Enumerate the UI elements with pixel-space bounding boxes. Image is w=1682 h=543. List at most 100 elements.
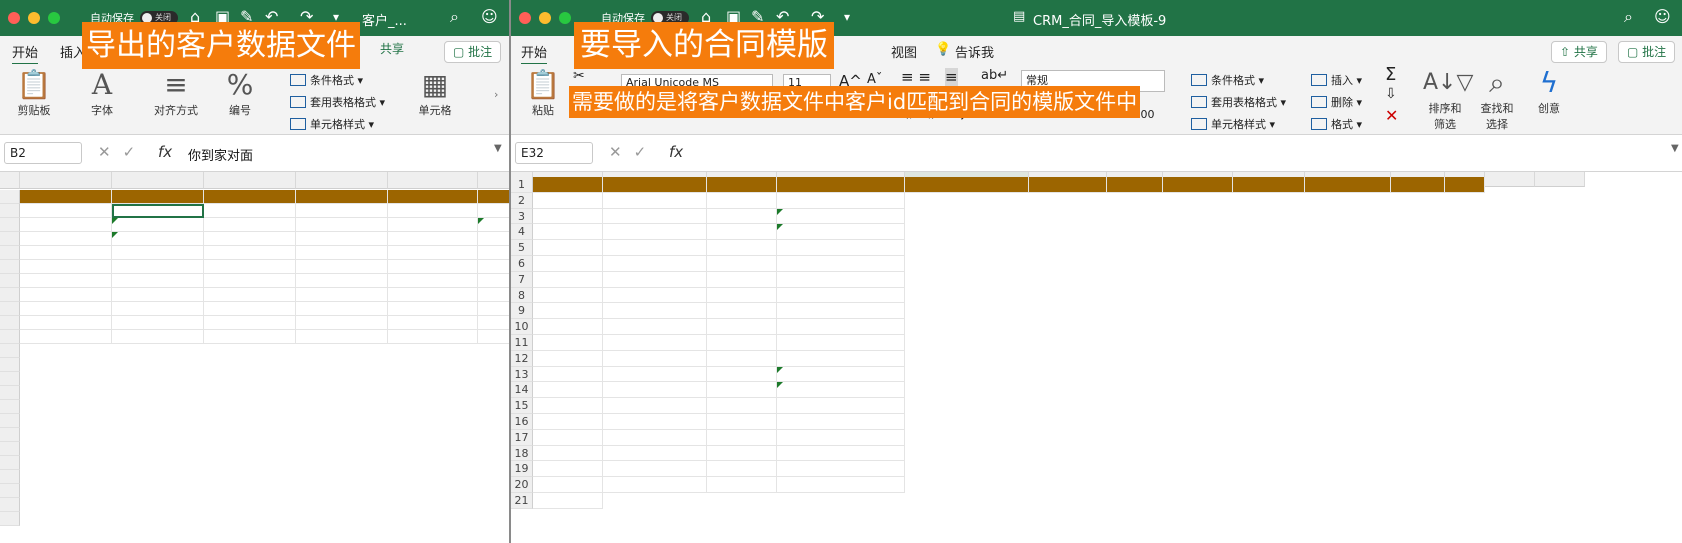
- table-cell[interactable]: [296, 260, 388, 274]
- table-cell[interactable]: [296, 274, 388, 288]
- close-window-button[interactable]: [519, 12, 531, 24]
- cancel-confirm-icons[interactable]: ✕✓: [98, 143, 147, 161]
- table-cell[interactable]: [707, 319, 777, 335]
- table-cell[interactable]: [603, 414, 707, 430]
- table-cell[interactable]: [20, 274, 112, 288]
- formula-expand-icon[interactable]: ▼: [494, 143, 502, 154]
- table-cell[interactable]: [388, 288, 478, 302]
- row-header[interactable]: 2: [511, 192, 533, 209]
- table-cell[interactable]: [478, 232, 509, 246]
- row-header[interactable]: [0, 386, 20, 400]
- table-cell[interactable]: [296, 218, 388, 232]
- table-cell[interactable]: [20, 330, 112, 344]
- header-cell[interactable]: [905, 177, 1029, 193]
- smiley-icon[interactable]: ☺: [1654, 7, 1671, 26]
- table-cell[interactable]: [707, 414, 777, 430]
- table-cell[interactable]: [20, 232, 112, 246]
- row-header[interactable]: 7: [511, 271, 533, 288]
- header-cell[interactable]: [707, 177, 777, 193]
- table-cell[interactable]: [204, 302, 296, 316]
- smiley-icon[interactable]: ☺: [481, 7, 498, 26]
- table-cell[interactable]: [777, 319, 905, 335]
- table-cell[interactable]: [388, 204, 478, 218]
- table-cell[interactable]: [603, 398, 707, 414]
- left-sheet-grid[interactable]: [0, 172, 509, 543]
- row-header[interactable]: 8: [511, 287, 533, 304]
- table-cell[interactable]: [777, 303, 905, 320]
- row-header[interactable]: 3: [511, 208, 533, 225]
- table-cell[interactable]: [603, 224, 707, 241]
- table-cell[interactable]: [112, 288, 204, 302]
- table-cell[interactable]: [388, 218, 478, 232]
- table-cell[interactable]: [603, 335, 707, 351]
- tab-tell-me[interactable]: 告诉我: [955, 42, 994, 61]
- table-cell[interactable]: [777, 350, 905, 367]
- row-header[interactable]: 11: [511, 335, 533, 351]
- tab-home[interactable]: 开始: [12, 42, 39, 66]
- header-cell[interactable]: [1391, 177, 1445, 193]
- comment-button[interactable]: ▢ 批注: [1618, 41, 1676, 63]
- cell-style-button[interactable]: 单元格样式 ▾: [290, 116, 374, 132]
- row-header[interactable]: 20: [511, 477, 533, 493]
- row-header[interactable]: [0, 218, 20, 232]
- table-cell[interactable]: [204, 288, 296, 302]
- column-header-b[interactable]: [112, 172, 204, 189]
- table-format-button[interactable]: 套用表格格式 ▾: [1191, 94, 1286, 110]
- table-cell[interactable]: [296, 288, 388, 302]
- cell-style-button[interactable]: 单元格样式 ▾: [1191, 116, 1275, 132]
- header-cell[interactable]: [296, 190, 388, 204]
- cond-format-button[interactable]: 条件格式 ▾: [290, 72, 363, 88]
- align-group[interactable]: ≡ 对齐方式: [146, 68, 206, 118]
- table-cell[interactable]: [777, 240, 905, 256]
- table-cell[interactable]: [603, 445, 707, 462]
- find-select-button[interactable]: ⌕ 查找和 选择: [1475, 66, 1519, 132]
- right-sheet-grid[interactable]: 1 2 3 4 5 6 7 8 9 10 11 12 13 14 15 16 17 18 19 20 21: [511, 172, 1682, 543]
- row-header[interactable]: 14: [511, 382, 533, 399]
- row-header[interactable]: 1: [511, 177, 533, 193]
- table-cell[interactable]: [112, 316, 204, 330]
- table-cell[interactable]: [478, 316, 509, 330]
- number-group[interactable]: % 编号: [222, 68, 258, 118]
- table-cell[interactable]: [707, 366, 777, 383]
- table-cell[interactable]: [20, 302, 112, 316]
- format-button[interactable]: 格式 ▾: [1311, 116, 1362, 132]
- header-cell[interactable]: [388, 190, 478, 204]
- table-cell[interactable]: [707, 256, 777, 272]
- row-header[interactable]: 17: [511, 429, 533, 446]
- table-cell[interactable]: [707, 335, 777, 351]
- table-cell[interactable]: [603, 429, 707, 446]
- table-cell[interactable]: [112, 218, 204, 232]
- cut-icon[interactable]: ✂: [573, 68, 585, 84]
- comment-button[interactable]: ▢ 批注: [444, 41, 502, 63]
- name-box[interactable]: B2: [4, 142, 82, 164]
- table-cell[interactable]: [20, 204, 112, 218]
- header-cell[interactable]: [777, 177, 905, 193]
- column-header-n[interactable]: [1535, 172, 1585, 187]
- wrap-icon[interactable]: ab↵: [981, 68, 1008, 83]
- table-cell[interactable]: [388, 302, 478, 316]
- autosum-icon[interactable]: Σ: [1385, 64, 1396, 85]
- row-header[interactable]: [0, 302, 20, 316]
- table-cell[interactable]: [112, 246, 204, 260]
- row-header[interactable]: [0, 456, 20, 470]
- table-cell[interactable]: [603, 256, 707, 272]
- table-cell[interactable]: [777, 287, 905, 304]
- table-cell[interactable]: [478, 274, 509, 288]
- row-header[interactable]: 10: [511, 319, 533, 335]
- paste-group[interactable]: 📋 粘贴: [523, 68, 563, 118]
- header-cell[interactable]: [112, 190, 204, 204]
- fill-icon[interactable]: ⇩: [1385, 86, 1397, 102]
- table-cell[interactable]: [478, 260, 509, 274]
- table-cell[interactable]: [777, 256, 905, 272]
- column-header-m[interactable]: [1485, 172, 1535, 187]
- right-window-title[interactable]: CRM_合同_导入模板-9: [1033, 10, 1166, 29]
- row-header[interactable]: 21: [511, 493, 533, 509]
- font-shrink-icon[interactable]: Aˇ: [867, 72, 882, 87]
- column-header-d[interactable]: [296, 172, 388, 189]
- table-cell[interactable]: [204, 260, 296, 274]
- table-cell[interactable]: [20, 316, 112, 330]
- table-cell[interactable]: [777, 224, 905, 241]
- zoom-window-button[interactable]: [559, 12, 571, 24]
- table-cell[interactable]: [707, 477, 777, 493]
- table-cell[interactable]: [388, 316, 478, 330]
